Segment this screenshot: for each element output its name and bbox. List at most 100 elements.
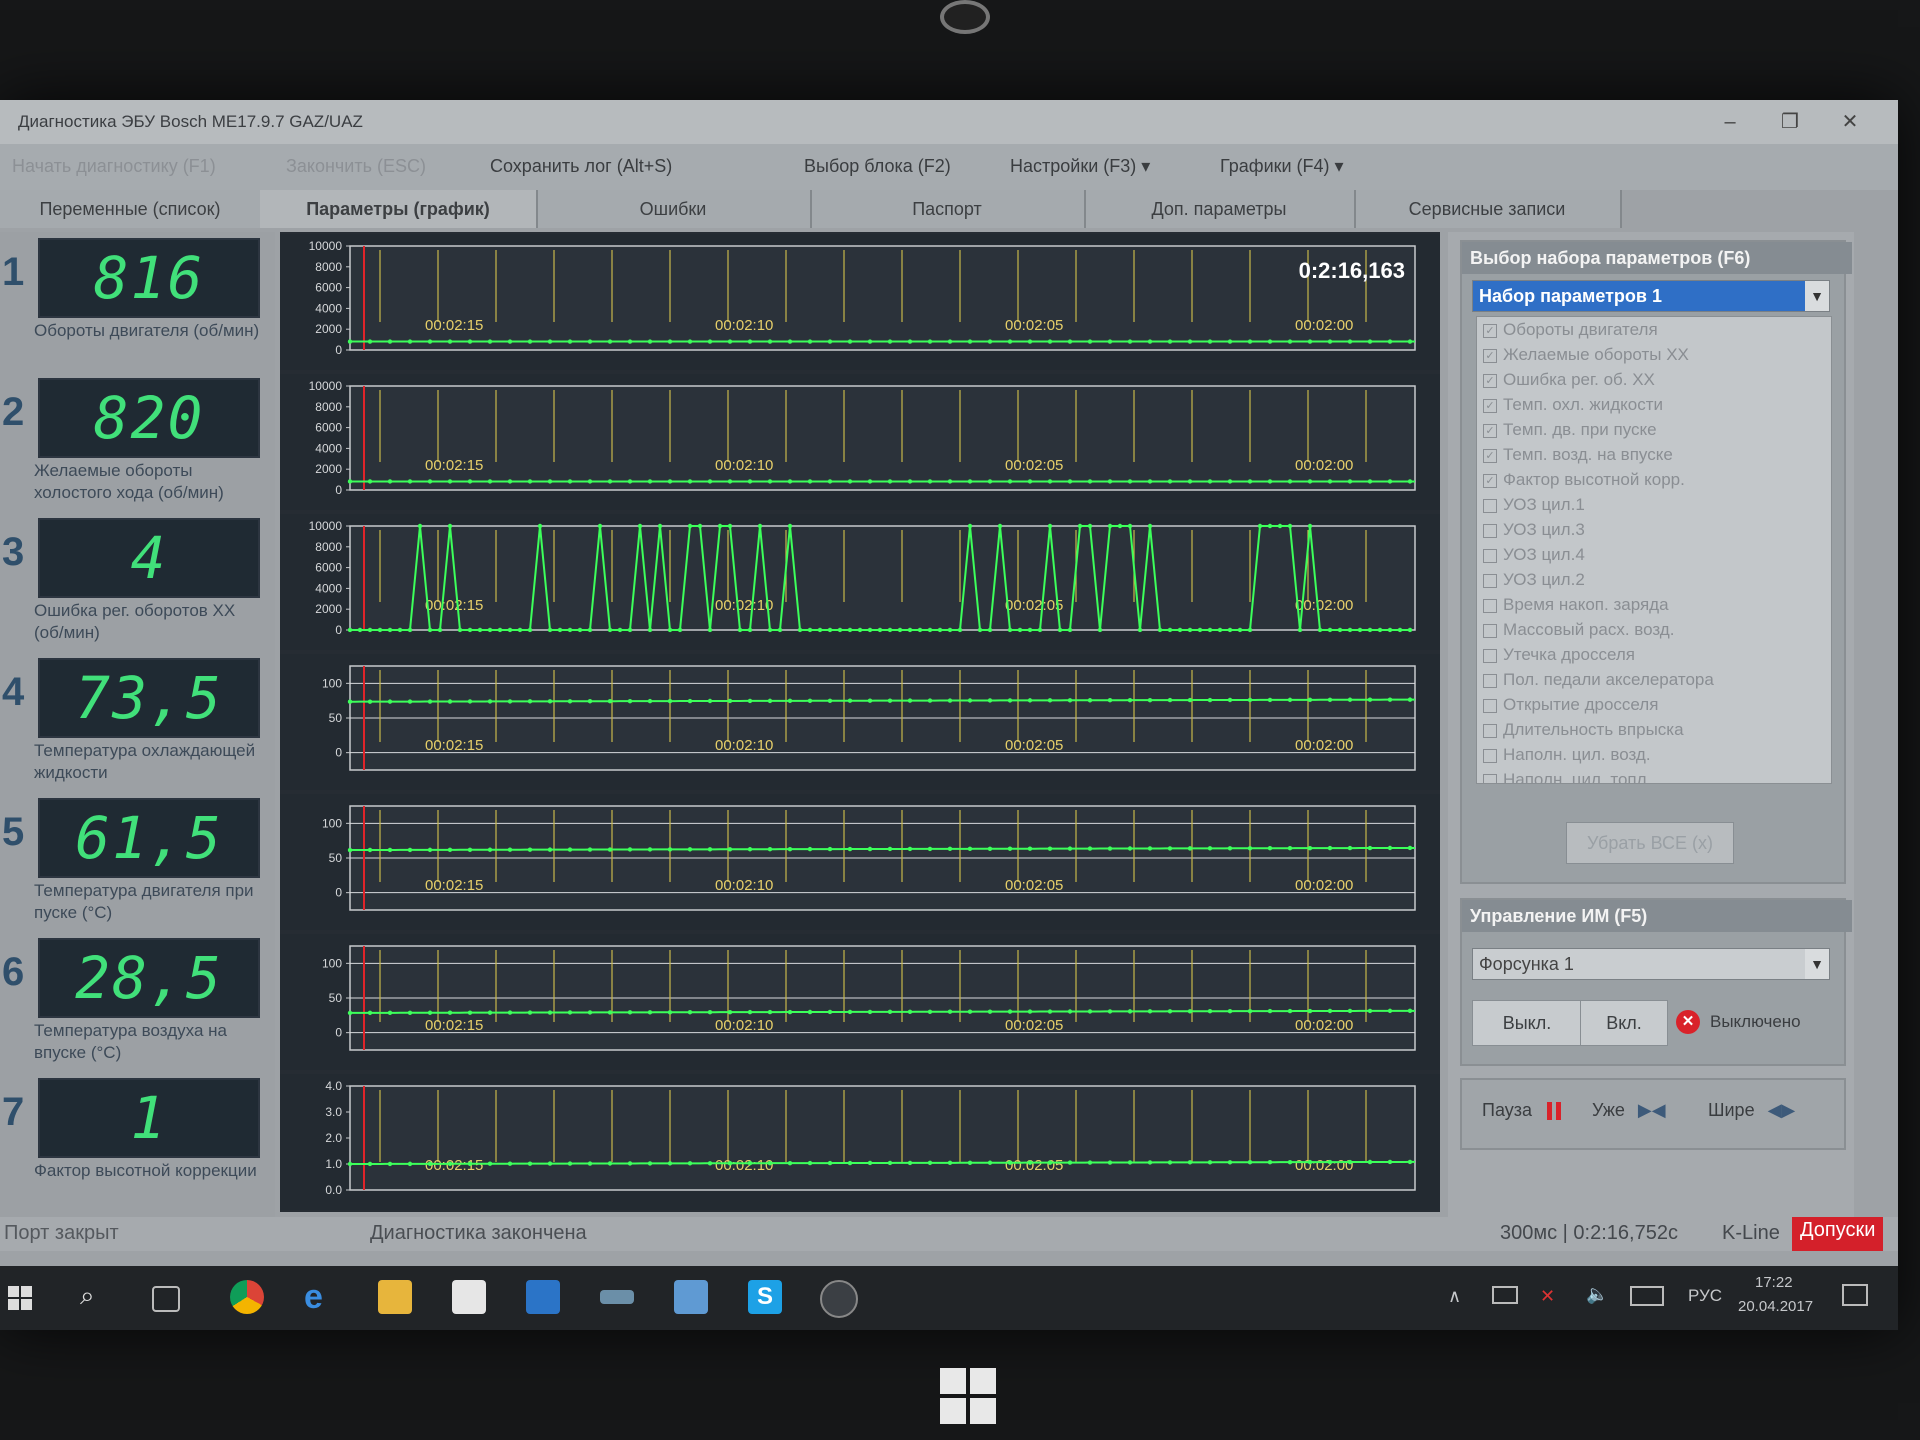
checkbox-icon[interactable] bbox=[1483, 523, 1497, 538]
param-checklist-label: Время накоп. заряда bbox=[1503, 595, 1669, 614]
param-checklist-item[interactable]: ✓ Темп. охл. жидкости bbox=[1477, 392, 1831, 417]
param-checklist-item[interactable]: Наполн. цил. возд. bbox=[1477, 742, 1831, 767]
param-checklist-item[interactable]: Время накоп. заряда bbox=[1477, 592, 1831, 617]
data-point bbox=[627, 339, 633, 344]
checkbox-checked-icon[interactable]: ✓ bbox=[1483, 473, 1497, 488]
tab-parameters-graph[interactable]: Параметры (график) bbox=[260, 190, 538, 228]
param-checklist-item[interactable]: ✓ Обороты двигателя bbox=[1477, 317, 1831, 342]
clock-time[interactable]: 17:22 bbox=[1755, 1274, 1793, 1291]
data-point bbox=[1367, 479, 1373, 484]
tab-service-records[interactable]: Сервисные записи bbox=[1354, 190, 1622, 228]
param-checklist-item[interactable]: УОЗ цил.1 bbox=[1477, 492, 1831, 517]
checkbox-icon[interactable] bbox=[1483, 773, 1497, 783]
narrow-button[interactable]: Уже ▶◀ bbox=[1592, 1100, 1666, 1121]
checkbox-icon[interactable] bbox=[1483, 573, 1497, 588]
param-checklist-item[interactable]: ✓ Темп. дв. при пуске bbox=[1477, 417, 1831, 442]
device-icon[interactable] bbox=[600, 1290, 634, 1304]
checkbox-icon[interactable] bbox=[1483, 698, 1497, 713]
notifications-icon[interactable] bbox=[1842, 1284, 1868, 1306]
data-point bbox=[847, 846, 853, 852]
param-checklist-item[interactable]: Массовый расх. возд. bbox=[1477, 617, 1831, 642]
search-icon[interactable]: ⌕ bbox=[80, 1280, 114, 1314]
graphs-menu[interactable]: Графики (F4) ▾ bbox=[1220, 156, 1344, 177]
checkbox-checked-icon[interactable]: ✓ bbox=[1483, 448, 1497, 463]
param-checklist-item[interactable]: Длительность впрыска bbox=[1477, 717, 1831, 742]
param-checklist-item[interactable]: ✓ Фактор высотной корр. bbox=[1477, 467, 1831, 492]
maximize-button[interactable]: ❐ bbox=[1760, 100, 1820, 144]
param-checklist-item[interactable]: ✓ Ошибка рег. об. ХХ bbox=[1477, 367, 1831, 392]
close-button[interactable]: ✕ bbox=[1820, 100, 1880, 144]
data-point bbox=[1147, 697, 1153, 703]
network-icon[interactable]: ✕ bbox=[1540, 1286, 1555, 1307]
language-indicator[interactable]: РУС bbox=[1688, 1286, 1722, 1306]
edge-icon[interactable]: e bbox=[304, 1280, 338, 1314]
data-point bbox=[1107, 479, 1113, 484]
param-checklist-item[interactable]: ✓ Темп. возд. на впуске bbox=[1477, 442, 1831, 467]
app-window-icon[interactable] bbox=[674, 1280, 708, 1314]
tab-passport[interactable]: Паспорт bbox=[810, 190, 1086, 228]
store-icon[interactable] bbox=[452, 1280, 486, 1314]
checkbox-checked-icon[interactable]: ✓ bbox=[1483, 373, 1497, 388]
task-view-icon[interactable] bbox=[152, 1286, 180, 1312]
data-point bbox=[757, 523, 763, 529]
start-diagnostics-menu[interactable]: Начать диагностику (F1) bbox=[12, 156, 216, 177]
param-set-select[interactable]: Набор параметров 1 ▼ bbox=[1472, 280, 1830, 312]
tolerance-badge[interactable]: Допуски bbox=[1792, 1217, 1884, 1251]
chevron-down-icon[interactable]: ▼ bbox=[1805, 281, 1829, 311]
param-checklist-item[interactable]: Пол. педали акселератора bbox=[1477, 667, 1831, 692]
clock-date[interactable]: 20.04.2017 bbox=[1738, 1298, 1813, 1315]
file-explorer-icon[interactable] bbox=[378, 1280, 412, 1314]
checkbox-checked-icon[interactable]: ✓ bbox=[1483, 323, 1497, 338]
battery-icon[interactable] bbox=[1492, 1286, 1518, 1304]
param-checklist-item[interactable]: ✓ Желаемые обороты ХХ bbox=[1477, 342, 1831, 367]
param-checklist-item[interactable]: УОЗ цил.2 bbox=[1477, 567, 1831, 592]
tray-chevron-up-icon[interactable]: ∧ bbox=[1448, 1286, 1461, 1307]
checkbox-icon[interactable] bbox=[1483, 648, 1497, 663]
param-checklist-item[interactable]: УОЗ цил.4 bbox=[1477, 542, 1831, 567]
settings-menu[interactable]: Настройки (F3) ▾ bbox=[1010, 156, 1150, 177]
minimize-button[interactable]: – bbox=[1700, 100, 1760, 144]
chart-area[interactable]: 10000 8000 6000 4000 2000 0 00:02:15 00:02:10 00… bbox=[280, 232, 1440, 1212]
checkbox-icon[interactable] bbox=[1483, 548, 1497, 563]
param-checklist[interactable]: ✓ Обороты двигателя ✓ Желаемые обороты ХХ ✓ О… bbox=[1476, 316, 1832, 784]
actuator-select[interactable]: Форсунка 1 ▼ bbox=[1472, 948, 1830, 980]
checkbox-icon[interactable] bbox=[1483, 748, 1497, 763]
start-windows-icon[interactable] bbox=[8, 1286, 34, 1312]
volume-icon[interactable]: 🔈 bbox=[1586, 1284, 1608, 1305]
checkbox-checked-icon[interactable]: ✓ bbox=[1483, 423, 1497, 438]
stop-menu[interactable]: Закончить (ESC) bbox=[286, 156, 426, 177]
checkbox-icon[interactable] bbox=[1483, 723, 1497, 738]
select-block-menu[interactable]: Выбор блока (F2) bbox=[804, 156, 951, 177]
checkbox-icon[interactable] bbox=[1483, 623, 1497, 638]
param-checklist-item[interactable]: Открытие дросселя bbox=[1477, 692, 1831, 717]
checkbox-checked-icon[interactable]: ✓ bbox=[1483, 348, 1497, 363]
keyboard-icon[interactable] bbox=[1630, 1286, 1664, 1306]
tab-extra-params[interactable]: Доп. параметры bbox=[1084, 190, 1356, 228]
data-point bbox=[587, 627, 593, 633]
remove-all-button[interactable]: Убрать ВСЕ (x) bbox=[1566, 822, 1734, 864]
checkbox-checked-icon[interactable]: ✓ bbox=[1483, 398, 1497, 413]
data-point bbox=[727, 698, 733, 704]
diagnostics-app-icon[interactable] bbox=[820, 1280, 858, 1318]
param-value-display: 4 bbox=[38, 518, 260, 598]
on-button[interactable]: Вкл. bbox=[1580, 1000, 1668, 1046]
data-point bbox=[427, 699, 433, 704]
checkbox-icon[interactable] bbox=[1483, 498, 1497, 513]
checkbox-icon[interactable] bbox=[1483, 598, 1497, 613]
tab-errors[interactable]: Ошибки bbox=[536, 190, 812, 228]
chevron-down-icon[interactable]: ▼ bbox=[1805, 949, 1829, 979]
param-checklist-item[interactable]: Утечка дросселя bbox=[1477, 642, 1831, 667]
pause-button[interactable]: Пауза bbox=[1482, 1100, 1553, 1121]
skype-icon[interactable]: S bbox=[748, 1280, 782, 1314]
param-checklist-item[interactable]: УОЗ цил.3 bbox=[1477, 517, 1831, 542]
defender-shield-icon[interactable] bbox=[526, 1280, 560, 1314]
tab-variables[interactable]: Переменные (список) bbox=[0, 190, 262, 228]
actuator-group: Управление ИМ (F5) Форсунка 1 ▼ Выкл. Вк… bbox=[1460, 898, 1852, 1066]
chrome-icon[interactable] bbox=[230, 1280, 264, 1314]
data-point bbox=[987, 627, 993, 633]
param-checklist-item[interactable]: Наполн. цил. топл. bbox=[1477, 767, 1831, 783]
save-log-menu[interactable]: Сохранить лог (Alt+S) bbox=[490, 156, 672, 177]
checkbox-icon[interactable] bbox=[1483, 673, 1497, 688]
off-button[interactable]: Выкл. bbox=[1472, 1000, 1582, 1046]
wide-button[interactable]: Шире ◀▶ bbox=[1708, 1100, 1795, 1121]
